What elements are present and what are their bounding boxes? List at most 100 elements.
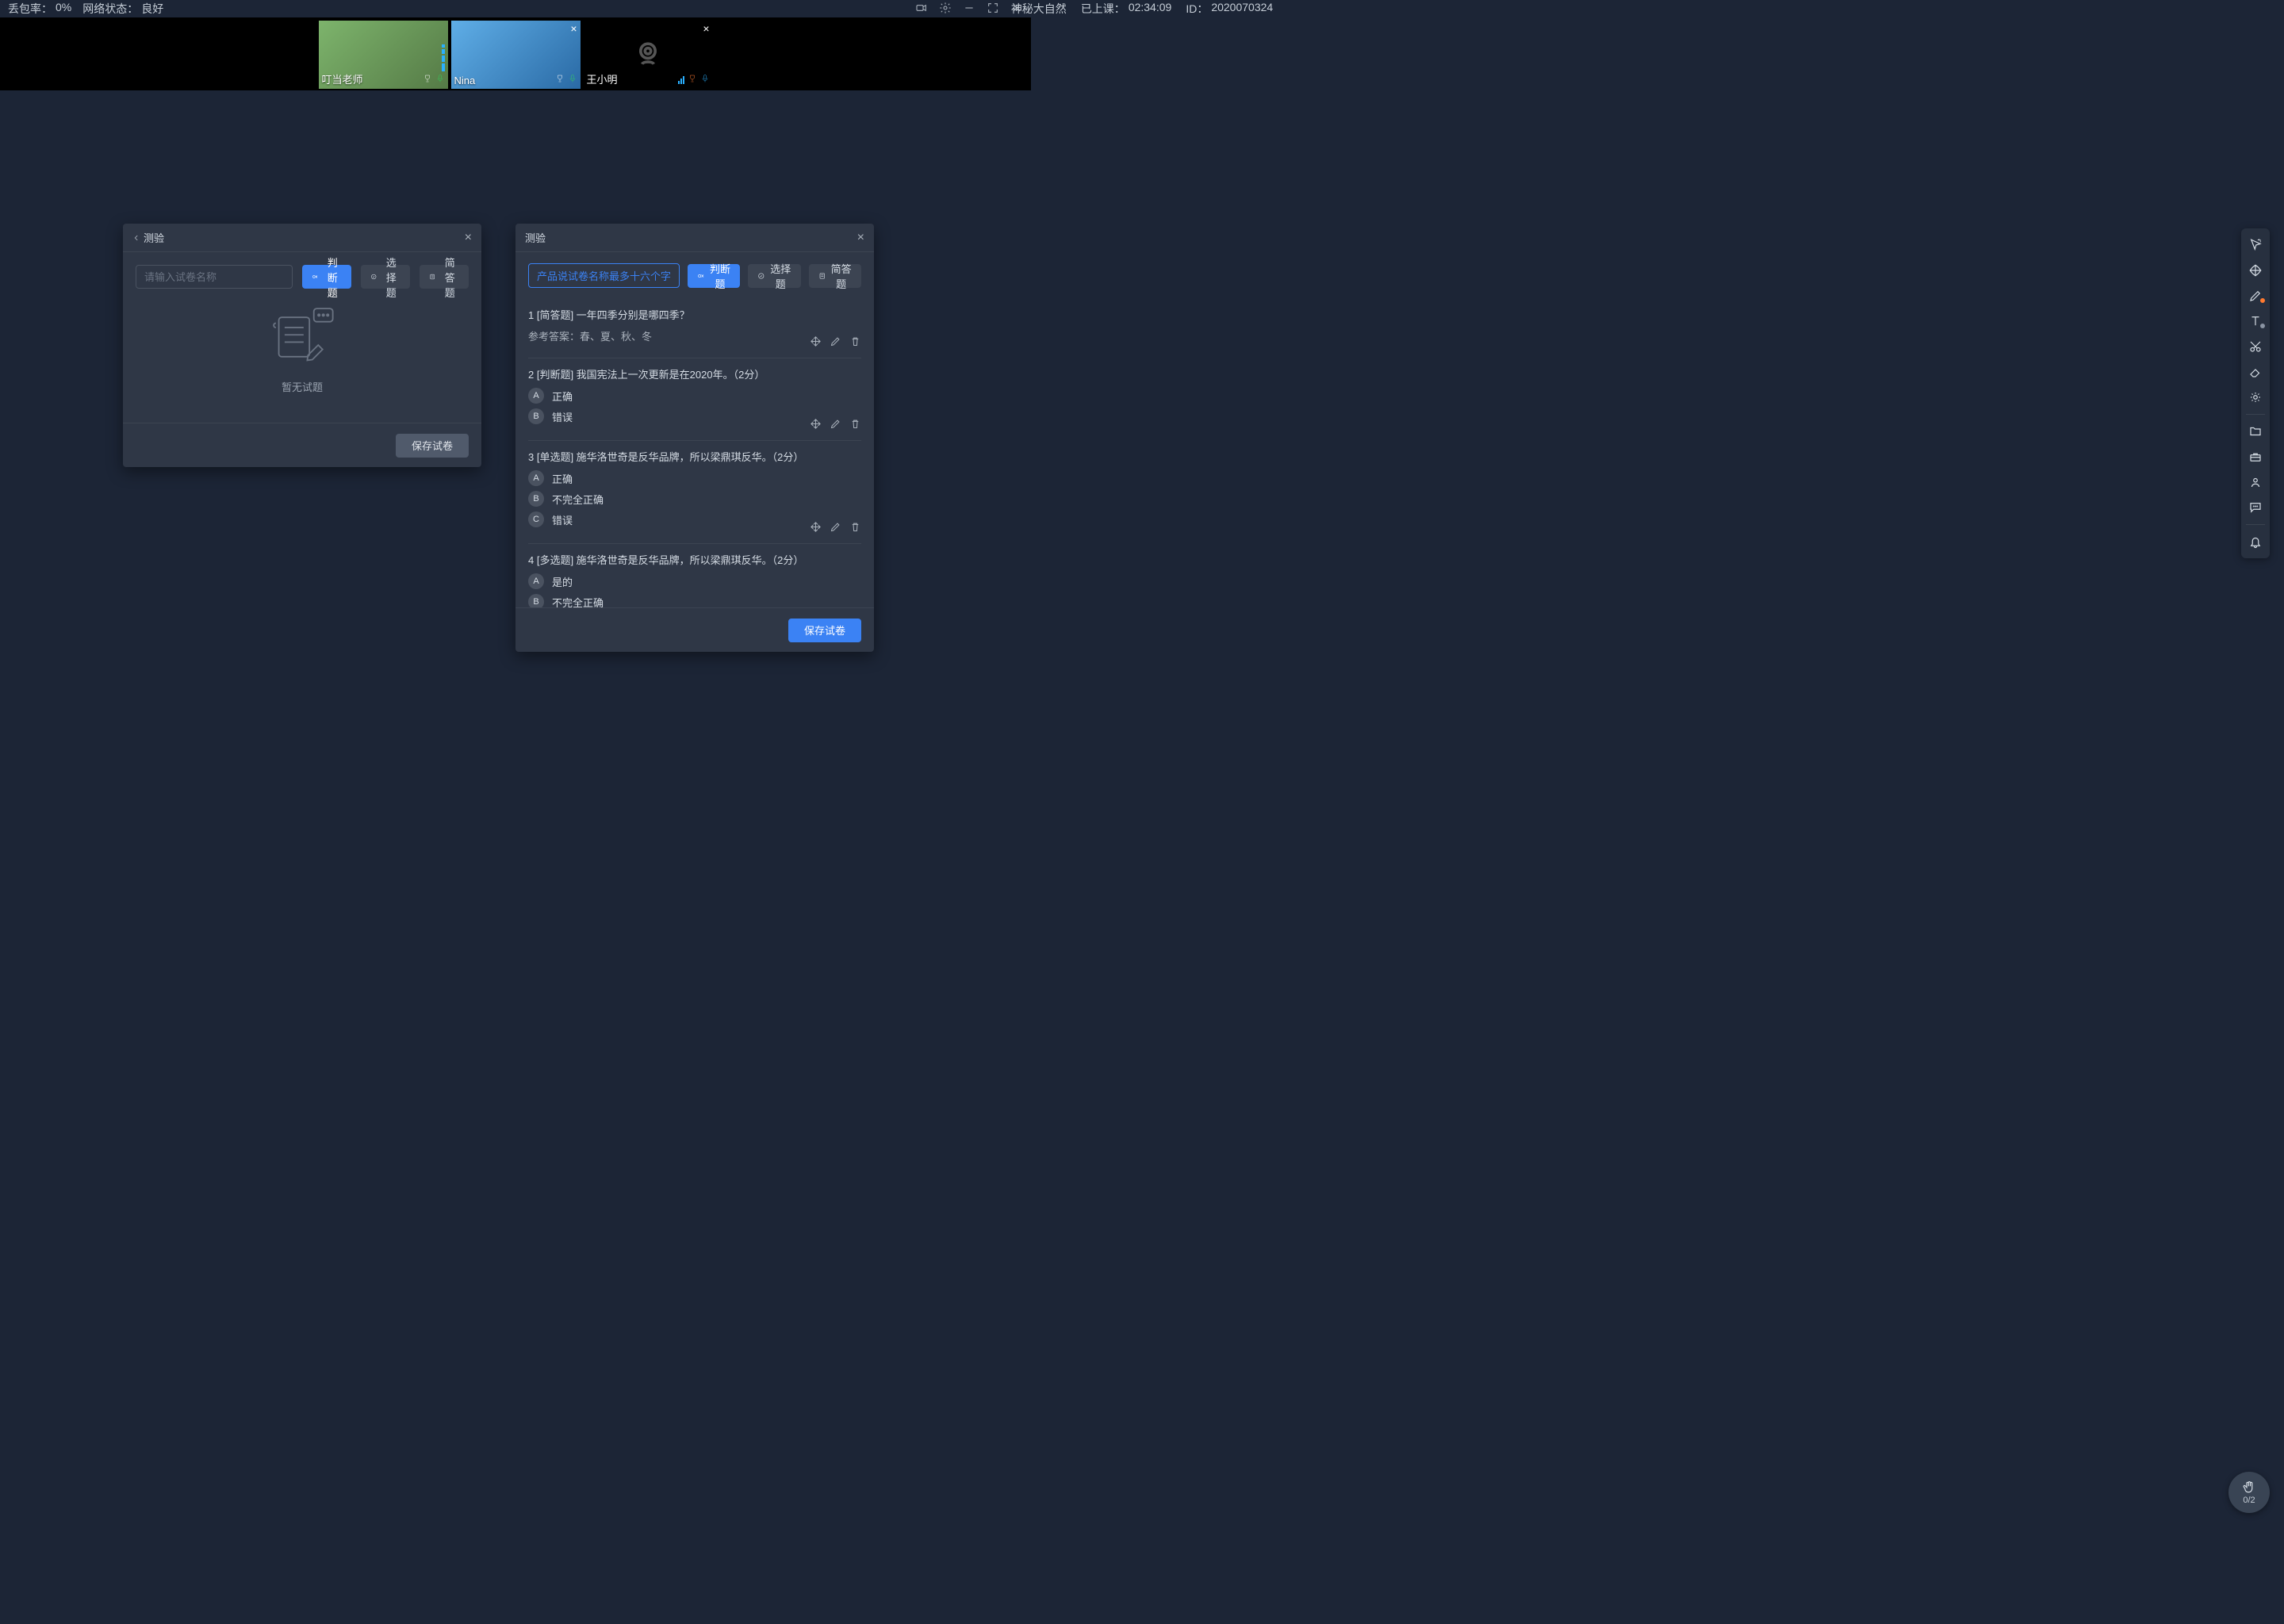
camera-toggle-icon[interactable] [915, 2, 928, 17]
question-option[interactable]: A 正确 [528, 470, 861, 486]
trophy-icon [688, 74, 697, 86]
question-title: 2 [判断题] 我国宪法上一次更新是在2020年。（2分） [528, 366, 861, 381]
mic-icon [568, 74, 577, 86]
move-icon[interactable] [810, 521, 822, 535]
participant-name: Nina [454, 75, 476, 86]
option-letter: A [528, 573, 544, 589]
move-tool[interactable] [2243, 259, 2268, 282]
choice-button[interactable]: 选择题 [361, 265, 410, 289]
option-letter: B [528, 594, 544, 607]
elapsed-time: 已上课：02:34:09 [1081, 1, 1172, 17]
move-icon[interactable] [810, 418, 822, 432]
chat-tool[interactable] [2243, 496, 2268, 519]
quiz-name-tag: 产品说试卷名称最多十六个字 [528, 263, 680, 288]
option-letter: A [528, 388, 544, 404]
question-actions [810, 418, 861, 432]
settings-icon[interactable] [939, 2, 952, 17]
empty-text: 暂无试题 [282, 379, 323, 394]
quiz-panel-empty: 测验 × 判断题 选择题 简答题 [123, 224, 481, 467]
delete-icon[interactable] [849, 335, 861, 350]
toolbox-tool[interactable] [2243, 445, 2268, 469]
panel-close-icon[interactable]: × [465, 231, 472, 245]
option-letter: B [528, 491, 544, 507]
panel-title: 测验 [144, 230, 164, 245]
question-item: 4 [多选题] 施华洛世奇是反华品牌，所以梁鼎琪反华。（2分） A 是的 B 不完全… [528, 544, 861, 607]
empty-state: 暂无试题 [136, 303, 469, 394]
judge-button[interactable]: 判断题 [688, 264, 740, 288]
camera-off-icon [630, 36, 665, 74]
question-option[interactable]: B 不完全正确 [528, 594, 861, 607]
question-item: 1 [简答题] 一年四季分别是哪四季？参考答案：春、夏、秋、冬 [528, 299, 861, 358]
delete-icon[interactable] [849, 418, 861, 432]
laser-tool[interactable] [2243, 385, 2268, 409]
edit-icon[interactable] [830, 335, 841, 350]
video-tile-teacher[interactable]: 叮当老师 [319, 21, 448, 89]
delete-icon[interactable] [849, 521, 861, 535]
question-option[interactable]: A 是的 [528, 573, 861, 589]
option-text: 错误 [552, 512, 573, 527]
question-option[interactable]: A 正确 [528, 388, 861, 404]
packet-loss: 丢包率：0% [8, 1, 71, 17]
short-answer-button[interactable]: 简答题 [809, 264, 861, 288]
question-title: 4 [多选题] 施华洛世奇是反华品牌，所以梁鼎琪反华。（2分） [528, 552, 861, 567]
question-actions [810, 335, 861, 350]
tile-close-icon[interactable]: × [703, 22, 709, 35]
option-text: 是的 [552, 574, 573, 589]
option-text: 不完全正确 [552, 492, 604, 507]
option-text: 不完全正确 [552, 595, 604, 608]
participant-name: 叮当老师 [322, 71, 363, 86]
video-tile[interactable]: × 王小明 [584, 21, 713, 89]
quiz-name-input[interactable] [136, 265, 293, 289]
bell-tool[interactable] [2243, 530, 2268, 553]
option-letter: C [528, 511, 544, 527]
session-id: ID：2020070324 [1186, 1, 1273, 17]
user-tool[interactable] [2243, 470, 2268, 494]
lesson-title: 神秘大自然 [1011, 1, 1067, 17]
eraser-tool[interactable] [2243, 360, 2268, 384]
question-actions [810, 521, 861, 535]
video-tile[interactable]: × Nina [451, 21, 581, 89]
choice-button[interactable]: 选择题 [748, 264, 800, 288]
question-title: 3 [单选题] 施华洛世奇是反华品牌，所以梁鼎琪反华。（2分） [528, 449, 861, 464]
signal-icon [442, 44, 445, 71]
mic-icon [435, 74, 445, 86]
save-quiz-button[interactable]: 保存试卷 [396, 434, 469, 458]
option-text: 错误 [552, 409, 573, 424]
trophy-icon [555, 74, 565, 86]
short-answer-button[interactable]: 简答题 [420, 265, 469, 289]
mic-icon [700, 74, 710, 86]
judge-button[interactable]: 判断题 [302, 265, 351, 289]
quiz-panel-filled: 测验 × 产品说试卷名称最多十六个字 判断题 选择题 简答题 1 [简答题] 一… [515, 224, 874, 652]
top-bar: 丢包率：0% 网络状态：良好 神秘大自然 已上课：02:34:09 ID：202… [0, 0, 1031, 17]
tile-close-icon[interactable]: × [570, 22, 577, 35]
option-text: 正确 [552, 389, 573, 404]
text-tool[interactable] [2243, 309, 2268, 333]
cut-tool[interactable] [2243, 335, 2268, 358]
question-title: 1 [简答题] 一年四季分别是哪四季？ [528, 307, 861, 322]
move-icon[interactable] [810, 335, 822, 350]
question-option[interactable]: B 不完全正确 [528, 491, 861, 507]
edit-icon[interactable] [830, 418, 841, 432]
participant-name: 王小明 [587, 71, 618, 86]
network-status: 网络状态：良好 [82, 1, 163, 17]
save-quiz-button[interactable]: 保存试卷 [788, 619, 861, 642]
back-button[interactable]: 测验 [132, 230, 164, 245]
option-letter: B [528, 408, 544, 424]
panel-close-icon[interactable]: × [857, 231, 864, 245]
question-item: 3 [单选题] 施华洛世奇是反华品牌，所以梁鼎琪反华。（2分） A 正确 B 不完全… [528, 441, 861, 544]
pen-tool[interactable] [2243, 284, 2268, 308]
minimize-icon[interactable] [963, 2, 975, 17]
edit-icon[interactable] [830, 521, 841, 535]
folder-tool[interactable] [2243, 419, 2268, 443]
raise-hand-count: 0/2 [2243, 1496, 2255, 1505]
option-letter: A [528, 470, 544, 486]
option-text: 正确 [552, 471, 573, 486]
side-toolbar [2241, 228, 2270, 558]
question-item: 2 [判断题] 我国宪法上一次更新是在2020年。（2分） A 正确 B 错误 [528, 358, 861, 441]
fullscreen-icon[interactable] [987, 2, 999, 17]
raise-hand-badge[interactable]: 0/2 [2228, 1472, 2270, 1513]
video-row: 叮当老师 × Nina × 王小明 [0, 17, 1031, 90]
volume-bar [678, 76, 684, 84]
panel-title: 测验 [525, 230, 546, 245]
cursor-tool[interactable] [2243, 233, 2268, 257]
